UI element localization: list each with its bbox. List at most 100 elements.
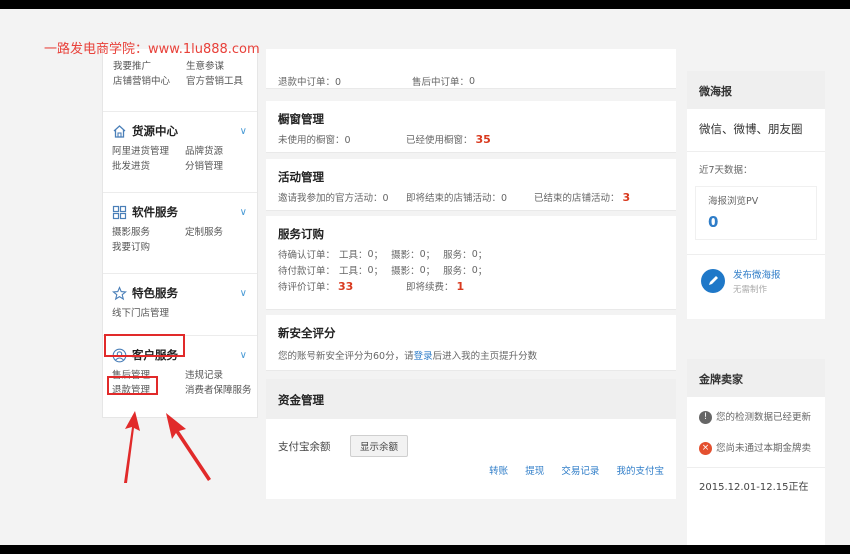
withdraw-link[interactable]: 提现 bbox=[525, 466, 544, 477]
show-balance-button[interactable]: 显示余额 bbox=[350, 435, 409, 457]
watermark: 一路发电商学院：www.1lu888.com bbox=[44, 42, 260, 57]
info-icon: ! bbox=[699, 411, 712, 424]
notice-row-1: ! 您的检测数据已经更新 bbox=[687, 409, 825, 424]
login-link[interactable]: 登录 bbox=[414, 348, 433, 362]
after-sales-orders-label: 售后中订单： bbox=[412, 77, 470, 88]
publish-poster-sub: 无需制作 bbox=[733, 285, 768, 295]
expiring-label: 即将续费： bbox=[406, 282, 454, 293]
sidebar-link[interactable]: 分销管理 bbox=[185, 158, 223, 172]
sidebar-link[interactable]: 违规记录 bbox=[185, 367, 223, 381]
pv-label: 海报浏览PV bbox=[708, 196, 759, 207]
chevron-down-icon[interactable]: ∨ bbox=[240, 350, 247, 361]
window-management-card: 橱窗管理 未使用的橱窗：0 已经使用橱窗： 35 bbox=[266, 101, 676, 153]
section-header[interactable]: 货源中心 ∨ bbox=[103, 120, 257, 142]
ending-activity-value[interactable]: 0 bbox=[501, 193, 507, 204]
pending-review-value[interactable]: 33 bbox=[338, 280, 353, 293]
grid-icon bbox=[112, 205, 127, 220]
refund-orders-label: 退款中订单： bbox=[278, 77, 336, 88]
my-alipay-link[interactable]: 我的支付宝 bbox=[616, 466, 664, 477]
unused-window-value[interactable]: 0 bbox=[345, 135, 351, 146]
card-title: 新安全评分 bbox=[278, 326, 336, 340]
panel-title: 微海报 bbox=[687, 71, 825, 109]
publish-poster-row[interactable]: 发布微海报 无需制作 bbox=[687, 255, 825, 295]
pending-review-row: 待评价订单： 33 即将续费： 1 bbox=[266, 278, 676, 294]
sidebar-link[interactable]: 摄影服务 bbox=[112, 224, 185, 238]
notice-text-2: 您尚未通过本期金牌卖 bbox=[716, 443, 812, 454]
separator: ； bbox=[425, 266, 436, 277]
section-title: 特色服务 bbox=[132, 286, 178, 300]
pending-review-label: 待评价订单： bbox=[278, 282, 336, 293]
ended-activity-value[interactable]: 3 bbox=[623, 191, 631, 204]
sidebar-link[interactable]: 官方营销工具 bbox=[186, 73, 243, 87]
date-range-text: 2015.12.01-12.15正在 bbox=[699, 482, 809, 493]
separator: ； bbox=[477, 266, 488, 277]
sidebar-link[interactable]: 我要订购 bbox=[112, 239, 185, 253]
tool-label: 工具： bbox=[339, 266, 368, 277]
section-title: 货源中心 bbox=[132, 124, 178, 138]
funds-body: 支付宝余额 显示余额 转账 提现 交易记录 我的支付宝 bbox=[266, 419, 676, 499]
chevron-down-icon[interactable]: ∨ bbox=[240, 207, 247, 218]
sidebar-link[interactable]: 店铺营销中心 bbox=[113, 73, 186, 87]
security-text-after: 后进入我的主页提升分数 bbox=[432, 351, 538, 362]
refund-orders-value[interactable]: 0 bbox=[335, 77, 341, 88]
chevron-down-icon[interactable]: ∨ bbox=[240, 288, 247, 299]
expiring-value[interactable]: 1 bbox=[457, 280, 465, 293]
separator: ； bbox=[373, 266, 384, 277]
micro-poster-panel: 微海报 微信、微博、朋友圈 近7天数据： 海报浏览PV 0 发布微海报 无需制作 bbox=[687, 71, 825, 319]
sidebar-link[interactable]: 定制服务 bbox=[185, 224, 223, 238]
service-label: 服务： bbox=[443, 266, 472, 277]
pending-confirm-row: 待确认订单： 工具： 0； 摄影： 0； 服务： 0； bbox=[266, 246, 676, 262]
screen: 一路发电商学院：www.1lu888.com 我要推广 生意参谋 店铺营销中心 … bbox=[0, 9, 850, 545]
sidebar-link[interactable]: 生意参谋 bbox=[186, 58, 224, 72]
publish-poster-link[interactable]: 发布微海报 bbox=[733, 267, 781, 281]
order-summary-card: 退款中订单：0 售后中订单： 0 bbox=[266, 49, 676, 89]
invited-activity-value[interactable]: 0 bbox=[383, 193, 389, 204]
pencil-icon bbox=[701, 269, 725, 293]
notice-row-2: × 您尚未通过本期金牌卖 bbox=[687, 440, 825, 455]
pending-payment-row: 待付款订单： 工具： 0； 摄影： 0； 服务： 0； bbox=[266, 262, 676, 278]
activity-management-card: 活动管理 邀请我参加的官方活动：0 即将结束的店铺活动：0 已结束的店铺活动： 3 bbox=[266, 159, 676, 211]
pv-value: 0 bbox=[708, 213, 719, 231]
funds-links: 转账 提现 交易记录 我的支付宝 bbox=[477, 459, 664, 478]
home-icon bbox=[112, 124, 127, 139]
section-links: 线下门店管理 bbox=[103, 304, 257, 319]
alipay-balance-label: 支付宝余额 bbox=[278, 441, 331, 453]
highlight-box-refund-management bbox=[107, 376, 158, 395]
recent-data-label: 近7天数据： bbox=[699, 165, 753, 176]
section-header[interactable]: 软件服务 ∨ bbox=[103, 201, 257, 223]
after-sales-orders-value[interactable]: 0 bbox=[469, 76, 475, 87]
section-title: 软件服务 bbox=[132, 205, 178, 219]
photo-label: 摄影： bbox=[391, 250, 420, 261]
pending-confirm-label: 待确认订单： bbox=[278, 250, 336, 261]
chevron-down-icon[interactable]: ∨ bbox=[240, 126, 247, 137]
section-links: 摄影服务 定制服务 我要订购 bbox=[103, 223, 257, 253]
sidebar-link[interactable]: 我要推广 bbox=[113, 58, 186, 72]
sidebar-link[interactable]: 品牌货源 bbox=[185, 143, 223, 157]
arrow-right bbox=[166, 413, 211, 481]
pending-payment-label: 待付款订单： bbox=[278, 266, 336, 277]
transfer-link[interactable]: 转账 bbox=[489, 466, 508, 477]
section-header[interactable]: 特色服务 ∨ bbox=[103, 282, 257, 304]
card-title: 活动管理 bbox=[278, 170, 324, 184]
sidebar-section-software: 软件服务 ∨ 摄影服务 定制服务 我要订购 bbox=[103, 192, 257, 253]
sidebar-link[interactable]: 消费者保障服务 bbox=[185, 382, 252, 396]
gold-seller-panel: 金牌卖家 ! 您的检测数据已经更新 × 您尚未通过本期金牌卖 2015.12.01-… bbox=[687, 359, 825, 545]
sidebar-link[interactable]: 线下门店管理 bbox=[112, 305, 169, 319]
used-window-value[interactable]: 35 bbox=[476, 133, 491, 146]
card-title: 服务订购 bbox=[278, 227, 324, 241]
transaction-records-link[interactable]: 交易记录 bbox=[561, 466, 599, 477]
poster-channels: 微信、微博、朋友圈 bbox=[699, 122, 803, 136]
service-subscription-card: 服务订购 待确认订单： 工具： 0； 摄影： 0； 服务： 0； 待付款订单： 工具：… bbox=[266, 216, 676, 310]
notice-text-1: 您的检测数据已经更新 bbox=[716, 412, 812, 423]
sidebar-link[interactable]: 批发进货 bbox=[112, 158, 185, 172]
sidebar-section-featured: 特色服务 ∨ 线下门店管理 bbox=[103, 273, 257, 319]
sidebar-row: 我要推广 生意参谋 bbox=[113, 57, 247, 72]
sidebar-row: 店铺营销中心 官方营销工具 bbox=[113, 72, 247, 87]
sidebar-link[interactable]: 阿里进货管理 bbox=[112, 143, 185, 157]
left-sidebar: 我要推广 生意参谋 店铺营销中心 官方营销工具 货源中心 ∨ 阿里进货管理 品牌货… bbox=[102, 49, 258, 418]
section-links: 阿里进货管理 品牌货源 批发进货 分销管理 bbox=[103, 142, 257, 172]
separator: ； bbox=[373, 250, 384, 261]
security-score-card: 新安全评分 您的账号新安全评分为60分，请 登录 后进入我的主页提升分数 bbox=[266, 315, 676, 371]
center-column: 退款中订单：0 售后中订单： 0 橱窗管理 未使用的橱窗：0 已经使用橱窗： 35 … bbox=[266, 49, 676, 545]
close-circle-icon: × bbox=[699, 442, 712, 455]
